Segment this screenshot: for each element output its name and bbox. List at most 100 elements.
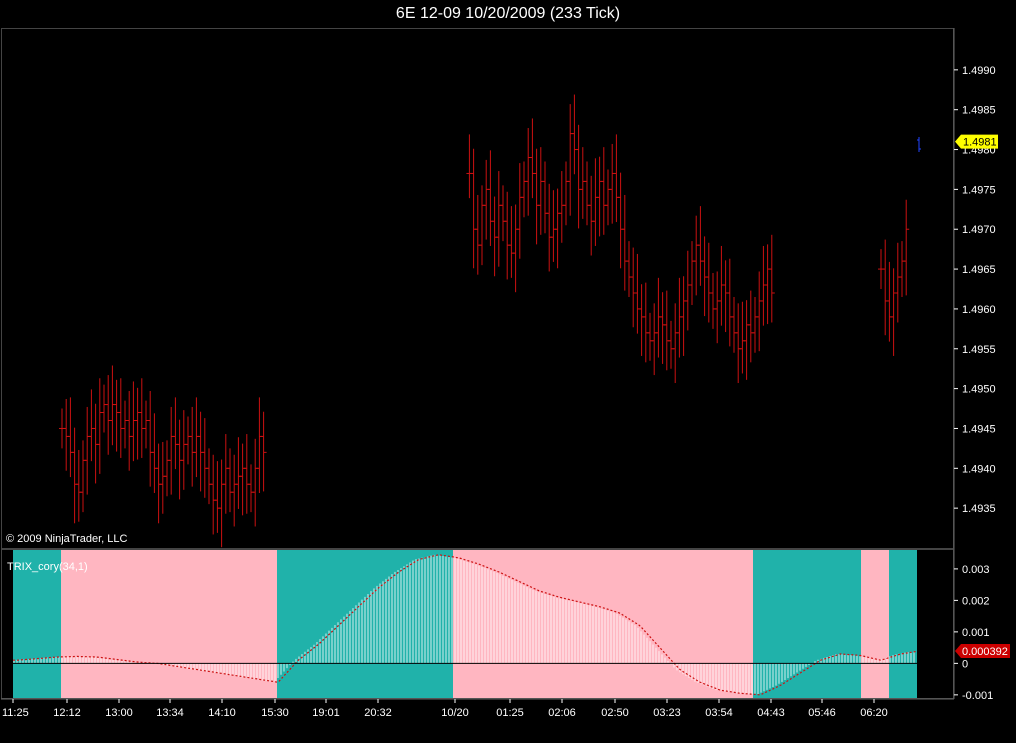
price-bar (164, 440, 170, 497)
price-bar (248, 464, 254, 513)
price-bar (903, 199, 910, 296)
x-tick-label: 03:54 (705, 707, 733, 719)
price-bar (138, 378, 145, 458)
price-bar (206, 448, 212, 505)
x-tick-label: 06:20 (860, 707, 888, 719)
price-tick-label: 1.4950 (962, 384, 996, 396)
price-bar (143, 400, 149, 449)
price-bar (130, 381, 137, 462)
price-tick-label: 1.4945 (962, 423, 996, 435)
price-bar (579, 147, 586, 219)
price-tick-label: 1.4990 (962, 65, 996, 77)
price-bar (642, 282, 649, 363)
price-bar (516, 163, 523, 259)
price-bar (626, 241, 632, 297)
trix-zone-teal (889, 550, 917, 698)
price-bar (172, 397, 179, 470)
price-bar (466, 134, 473, 199)
price-tick-label: 1.4970 (962, 224, 996, 236)
trix-zone-teal (753, 550, 861, 698)
price-bar (756, 271, 763, 352)
price-bar (680, 276, 687, 356)
price-bar (500, 185, 506, 242)
price-bar (126, 391, 133, 471)
price-tick-label: 1.4985 (962, 105, 996, 117)
price-bar (105, 375, 112, 455)
price-bar (710, 273, 716, 329)
price-bar (894, 242, 901, 323)
price-bar (508, 206, 515, 278)
price-bar (722, 260, 729, 333)
copyright-text: © 2009 NinjaTrader, LLC (6, 533, 128, 545)
price-bar (600, 147, 607, 235)
price-bar (613, 134, 620, 223)
price-bar (67, 397, 74, 478)
x-tick-label: 13:00 (105, 707, 133, 719)
price-bar (542, 161, 548, 234)
price-bar (504, 191, 511, 280)
price-bar (113, 379, 120, 452)
price-bar (899, 241, 905, 297)
x-tick-label: 20:32 (364, 707, 392, 719)
price-bar (474, 194, 481, 275)
price-bar (155, 443, 162, 524)
price-tick-label: 1.4975 (962, 184, 996, 196)
price-bar (735, 303, 742, 384)
price-bar (122, 400, 128, 449)
price-bar (571, 94, 578, 175)
price-bar (218, 459, 225, 548)
price-bar (752, 296, 758, 353)
price-bar (638, 284, 645, 356)
price-bar (533, 148, 540, 245)
price-bar (239, 443, 246, 516)
price-bar (180, 410, 187, 490)
indicator-tick-label: 0.003 (962, 564, 990, 576)
price-bar (231, 454, 238, 527)
price-bar (168, 406, 175, 495)
price-bar (159, 442, 166, 514)
price-tick-label: 1.4935 (962, 503, 996, 515)
price-bar (659, 292, 666, 364)
price-bar (71, 427, 78, 524)
indicator-tick-label: 0 (962, 658, 968, 670)
price-bar (96, 378, 103, 474)
price-bar (470, 148, 477, 269)
price-bar (689, 241, 695, 305)
price-bar (676, 277, 683, 358)
price-bar (609, 143, 616, 224)
price-bar (151, 413, 158, 494)
x-tick-label: 04:43 (757, 707, 785, 719)
price-bar (739, 301, 746, 374)
price-tick-label: 1.4955 (962, 344, 996, 356)
price-bar (684, 250, 691, 331)
chart-canvas[interactable]: 1.4935 1.4940 1.4945 1.4950 1.4955 1.4960 1.49… (0, 0, 1016, 743)
price-bar (575, 124, 582, 229)
price-bar (529, 118, 536, 199)
price-bar (88, 389, 95, 462)
price-bar (92, 403, 99, 484)
price-bar (584, 161, 590, 226)
trix-zones (13, 550, 917, 698)
price-tick-label: 1.4940 (962, 463, 996, 475)
price-tick-label: 1.4960 (962, 304, 996, 316)
x-tick-label: 19:01 (312, 707, 340, 719)
price-bar (512, 204, 519, 293)
price-bar (890, 268, 897, 356)
price-bar (882, 239, 889, 336)
price-bar (672, 303, 679, 384)
x-tick-label: 10/20 (441, 707, 469, 719)
current-bar-marker (917, 137, 921, 152)
price-bar (563, 161, 569, 226)
price-bar (550, 190, 557, 262)
price-bar (210, 454, 217, 535)
price-bar (491, 196, 498, 277)
x-tick-label: 05:46 (808, 707, 836, 719)
price-bar (588, 175, 595, 256)
price-bar (243, 434, 250, 514)
price-bar (726, 258, 733, 347)
price-bar (731, 296, 737, 353)
price-bar (222, 434, 229, 514)
x-tick-label: 12:12 (53, 707, 81, 719)
price-bar (651, 303, 658, 376)
price-bar (634, 253, 641, 334)
